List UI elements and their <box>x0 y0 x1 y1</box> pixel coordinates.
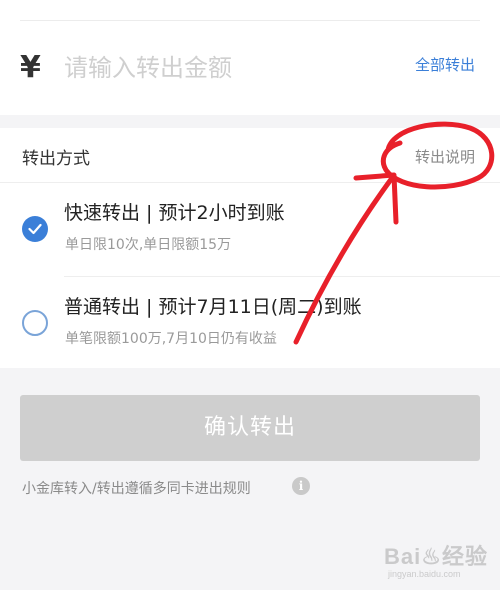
option-title: 普通转出 | 预计7月11日(周二)到账 <box>64 296 362 318</box>
option-fast-transfer[interactable]: 快速转出 | 预计2小时到账 单日限10次,单日限额15万 <box>0 182 500 272</box>
amount-input[interactable] <box>64 48 384 88</box>
all-out-link[interactable]: 全部转出 <box>415 54 475 75</box>
info-icon[interactable]: i <box>292 477 310 495</box>
watermark-url: jingyan.baidu.com <box>388 569 461 579</box>
transfer-method-card: 转出方式 转出说明 快速转出 | 预计2小时到账 单日限10次,单日限额15万 … <box>0 128 500 368</box>
radio-checked-icon[interactable] <box>22 216 48 242</box>
currency-symbol: ¥ <box>20 50 41 85</box>
radio-unchecked-icon[interactable] <box>22 310 48 336</box>
amount-card: ¥ 全部转出 <box>0 0 500 115</box>
confirm-transfer-button[interactable]: 确认转出 <box>20 395 480 461</box>
method-title: 转出方式 <box>22 149 90 169</box>
option-title: 快速转出 | 预计2小时到账 <box>64 202 285 224</box>
option-subtitle: 单日限10次,单日限额15万 <box>65 237 232 253</box>
top-divider <box>20 20 480 21</box>
method-help-link[interactable]: 转出说明 <box>415 146 475 167</box>
rules-text: 小金库转入/转出遵循多同卡进出规则 <box>22 481 251 497</box>
option-normal-transfer[interactable]: 普通转出 | 预计7月11日(周二)到账 单笔限额100万,7月10日仍有收益 <box>0 276 500 366</box>
watermark-logo: Bai♨经验 <box>384 544 488 569</box>
check-icon <box>28 223 42 235</box>
option-subtitle: 单笔限额100万,7月10日仍有收益 <box>65 331 277 347</box>
baidu-watermark: Bai♨经验 jingyan.baidu.com <box>380 535 495 590</box>
